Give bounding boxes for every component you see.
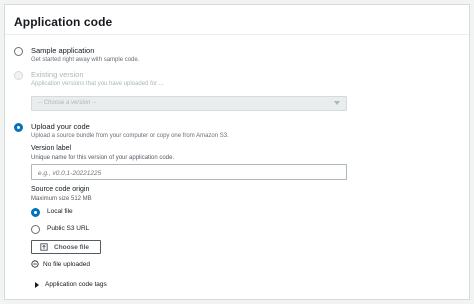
existing-version-label: Existing version — [31, 70, 84, 79]
existing-version-description: Application versions that you have uploa… — [31, 81, 164, 87]
caret-right-icon — [35, 281, 39, 288]
upload-code-description: Upload a source bundle from your compute… — [31, 133, 229, 139]
panel-header: Application code — [5, 5, 469, 35]
existing-version-radio — [14, 71, 23, 80]
version-select-placeholder: -- Choose a version -- — [38, 100, 97, 106]
application-code-tags-label: Application code tags — [45, 281, 107, 288]
sample-application-label: Sample application — [31, 46, 95, 55]
file-status: No file uploaded — [31, 260, 90, 268]
sample-application-description: Get started right away with sample code. — [31, 57, 140, 63]
existing-version-option: Existing version Application versions th… — [14, 70, 164, 89]
caret-down-icon — [334, 101, 340, 105]
file-status-text: No file uploaded — [43, 260, 90, 268]
public-s3-option[interactable]: Public S3 URL — [31, 224, 89, 234]
upload-code-option[interactable]: Upload your code Upload a source bundle … — [14, 122, 229, 141]
upload-code-label: Upload your code — [31, 122, 90, 131]
upload-code-radio[interactable] — [14, 123, 23, 132]
choose-file-button[interactable]: Choose file — [31, 240, 101, 254]
version-label-input[interactable] — [31, 164, 347, 180]
local-file-label: Local file — [47, 208, 73, 215]
source-origin-heading: Source code origin — [31, 186, 90, 193]
choose-file-label: Choose file — [54, 243, 90, 251]
no-entry-icon — [31, 260, 39, 268]
sample-application-option[interactable]: Sample application Get started right awa… — [14, 46, 139, 65]
version-label-description: Unique name for this version of your app… — [31, 155, 175, 161]
public-s3-radio[interactable] — [31, 224, 40, 234]
panel-title: Application code — [14, 15, 113, 29]
public-s3-label: Public S3 URL — [47, 225, 90, 232]
version-select: -- Choose a version -- — [31, 96, 347, 111]
sample-application-radio[interactable] — [14, 47, 23, 56]
upload-icon — [40, 243, 48, 251]
source-origin-description: Maximum size 512 MB — [31, 196, 92, 202]
local-file-option[interactable]: Local file — [31, 207, 73, 217]
application-code-tags-expander[interactable]: Application code tags — [35, 281, 107, 288]
local-file-radio[interactable] — [31, 207, 40, 217]
version-label-heading: Version label — [31, 145, 72, 152]
application-code-panel: Application code Sample application Get … — [4, 4, 470, 300]
